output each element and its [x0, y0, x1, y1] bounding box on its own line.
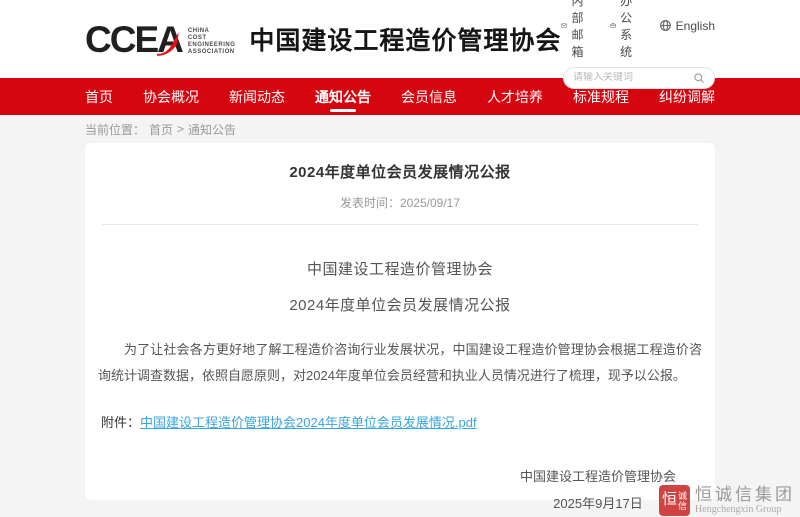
- seal-char-bottom: 信: [678, 501, 687, 511]
- english-label: English: [676, 19, 715, 33]
- breadcrumb-home-link[interactable]: 首页: [149, 121, 173, 138]
- watermark-name: 恒诚信集团: [695, 486, 795, 504]
- hengchengxin-seal-icon: 恒 诚 信: [659, 485, 690, 516]
- breadcrumb-separator: >: [177, 122, 184, 136]
- nav-item-standards[interactable]: 标准规程: [573, 78, 629, 115]
- mail-icon: [561, 19, 567, 32]
- logo-swoosh-icon: [154, 31, 184, 57]
- nav-item-news[interactable]: 新闻动态: [229, 78, 285, 115]
- breadcrumb: 当前位置： 首页 > 通知公告: [0, 115, 800, 143]
- logo-acronym-prefix: CCE: [85, 21, 157, 58]
- office-system-label: 办公系统: [620, 0, 643, 60]
- internal-mail-link[interactable]: 内部邮箱: [561, 0, 594, 60]
- article-meta-label: 发表时间：: [340, 196, 400, 210]
- briefcase-icon: [610, 19, 616, 32]
- globe-icon: [659, 19, 672, 32]
- site-title: 中国建设工程造价管理协会: [249, 21, 561, 57]
- nav-item-members[interactable]: 会员信息: [401, 78, 457, 115]
- office-system-link[interactable]: 办公系统: [610, 0, 643, 60]
- nav-item-about[interactable]: 协会概况: [143, 78, 199, 115]
- signature-block: 中国建设工程造价管理协会 2025年9月17日: [520, 463, 676, 517]
- attachment-pdf-link[interactable]: 中国建设工程造价管理协会2024年度单位会员发展情况.pdf: [140, 415, 477, 430]
- article-meta: 发表时间：2025/09/17: [98, 194, 702, 211]
- english-link[interactable]: English: [659, 0, 715, 60]
- header-utilities: 内部邮箱 办公系统 English: [561, 0, 715, 89]
- breadcrumb-current-link[interactable]: 通知公告: [188, 121, 236, 138]
- article-title: 2024年度单位会员发展情况公报: [98, 161, 702, 182]
- main-nav: 首页 协会概况 新闻动态 通知公告 会员信息 人才培养 标准规程 纠纷调解: [0, 78, 800, 115]
- seal-char-top: 诚: [678, 491, 687, 501]
- seal-char-left: 恒: [662, 493, 677, 508]
- doc-paragraph: 为了让社会各方更好地了解工程造价咨询行业发展状况，中国建设工程造价管理协会根据工…: [98, 337, 702, 389]
- logo-acronym: CCEA: [85, 21, 182, 58]
- nav-item-notices[interactable]: 通知公告: [315, 78, 371, 115]
- article-card: 2024年度单位会员发展情况公报 发表时间：2025/09/17 中国建设工程造…: [85, 143, 715, 500]
- site-logo[interactable]: CCEA CHINA COST ENGINEERING ASSOCIATION …: [85, 21, 561, 58]
- attachment-label: 附件：: [101, 415, 140, 430]
- logo-subtext: CHINA COST ENGINEERING ASSOCIATION: [188, 22, 236, 56]
- signature-org: 中国建设工程造价管理协会: [520, 463, 676, 490]
- breadcrumb-label: 当前位置：: [85, 121, 145, 138]
- site-header: CCEA CHINA COST ENGINEERING ASSOCIATION …: [0, 0, 800, 78]
- nav-item-training[interactable]: 人才培养: [487, 78, 543, 115]
- hengchengxin-watermark: 恒 诚 信 恒诚信集团 Hengchengxin Group: [659, 485, 795, 516]
- internal-mail-label: 内部邮箱: [571, 0, 594, 60]
- signature-date: 2025年9月17日: [520, 490, 676, 517]
- nav-item-mediation[interactable]: 纠纷调解: [659, 78, 715, 115]
- article-divider: [102, 224, 698, 225]
- doc-title-line: 2024年度单位会员发展情况公报: [98, 294, 702, 315]
- article-meta-date: 2025/09/17: [400, 196, 460, 210]
- nav-item-home[interactable]: 首页: [85, 78, 113, 115]
- attachment-row: 附件：中国建设工程造价管理协会2024年度单位会员发展情况.pdf: [98, 412, 702, 431]
- doc-org-line: 中国建设工程造价管理协会: [98, 258, 702, 279]
